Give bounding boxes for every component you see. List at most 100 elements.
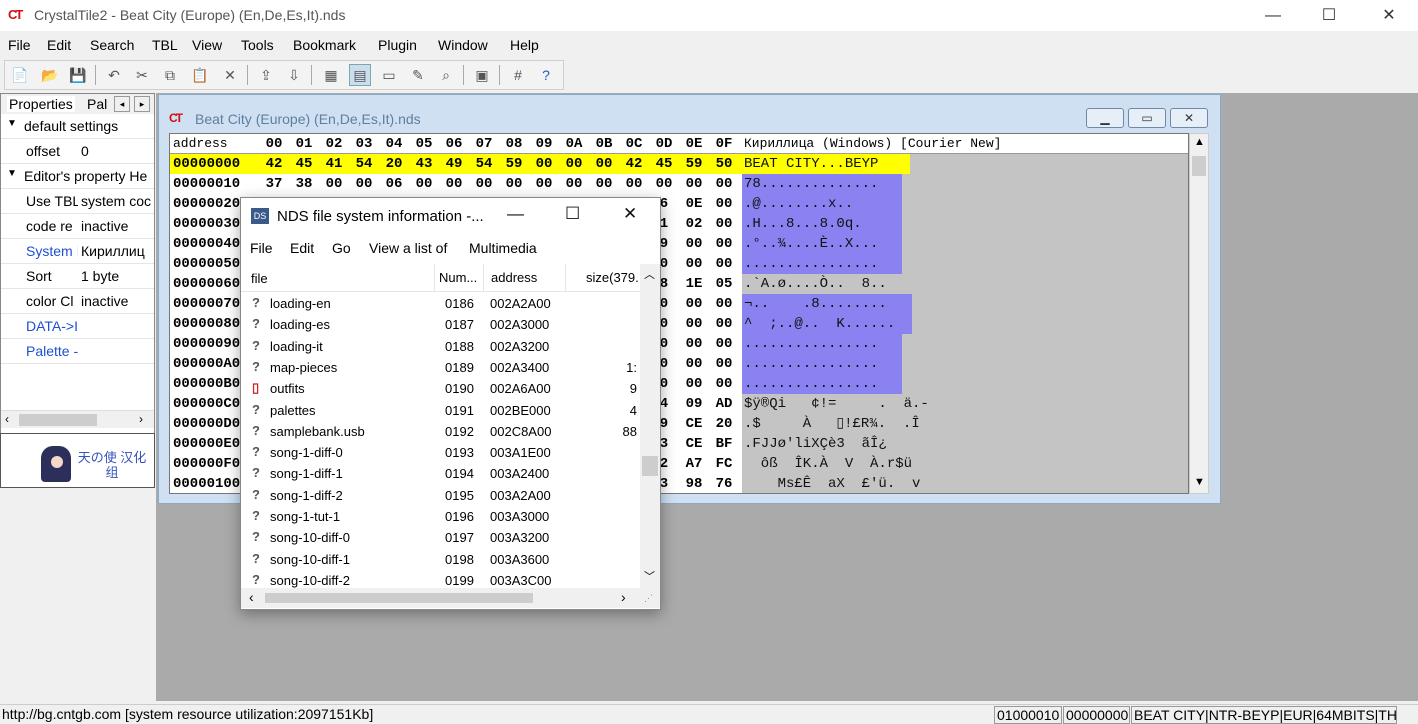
hex-byte[interactable]: 05 — [709, 274, 739, 294]
hex-byte[interactable]: BF — [709, 434, 739, 454]
hex-byte[interactable]: 00 — [499, 174, 529, 194]
hex-byte[interactable]: 00 — [559, 174, 589, 194]
scroll-down-icon[interactable]: ﹀ — [644, 568, 655, 584]
hex-row[interactable]: 00000010 37 38 00 00 06 00 00 00 00 00 00 00 00 00 00 00 — [170, 174, 1188, 194]
hex-byte[interactable]: 54 — [469, 154, 499, 174]
hex-byte[interactable]: 45 — [649, 154, 679, 174]
hex-row[interactable]: 00000000 42 45 41 54 20 43 49 54 59 00 00 00 42 45 59 50 — [170, 154, 1188, 174]
file-row[interactable]: ? song-10-diff-0 0197 003A3200 — [241, 528, 641, 549]
hex-byte[interactable]: 00 — [709, 234, 739, 254]
prop-row-palette[interactable]: Palette - — [1, 339, 154, 364]
hex-byte[interactable]: 00 — [679, 334, 709, 354]
hex-byte[interactable]: 59 — [499, 154, 529, 174]
menu-file[interactable]: File — [8, 37, 31, 53]
menu-bookmark[interactable]: Bookmark — [293, 37, 356, 53]
text-line[interactable]: .$ À ▯!£R¾. .Î — [744, 414, 920, 434]
menu-view[interactable]: View — [192, 37, 222, 53]
hex-byte[interactable]: 00 — [559, 154, 589, 174]
child-close-button[interactable]: ✕ — [1170, 108, 1208, 128]
hex-byte[interactable]: 00 — [709, 314, 739, 334]
hex-byte[interactable]: 42 — [259, 154, 289, 174]
hex-byte[interactable]: 00 — [679, 294, 709, 314]
text-line[interactable]: ................ — [744, 354, 878, 374]
copy-icon[interactable]: ⧉ — [159, 64, 181, 86]
text-line[interactable]: ¬.. .8........ — [744, 294, 887, 314]
prop-row-system[interactable]: System I Кириллиц — [1, 239, 154, 264]
prop-group-editor[interactable]: ▼ Editor's property He — [1, 164, 154, 189]
hex-byte[interactable]: 59 — [679, 154, 709, 174]
hex-byte[interactable]: 76 — [709, 474, 739, 493]
file-row[interactable]: ? song-10-diff-1 0198 003A3600 — [241, 550, 641, 571]
hex-byte[interactable]: 00 — [709, 174, 739, 194]
resize-grip-icon[interactable]: ⋰ — [644, 593, 653, 604]
file-row[interactable]: ? map-pieces 0189 002A3400 1: — [241, 358, 641, 379]
delete-icon[interactable]: ✕ — [219, 64, 241, 86]
text-line[interactable]: $ÿ®Qi ¢!= . ä.- — [744, 394, 929, 414]
dialog-close-button[interactable]: ✕ — [623, 204, 637, 224]
prop-value[interactable]: 1 byte — [81, 268, 154, 284]
scroll-down-icon[interactable]: ▼ — [1194, 476, 1205, 488]
text-line[interactable]: ôß ÎK.À V À.r$ü — [744, 454, 912, 474]
hex-byte[interactable]: 00 — [529, 174, 559, 194]
file-row[interactable]: ? song-1-diff-0 0193 003A1E00 — [241, 443, 641, 464]
hex-byte[interactable]: 49 — [439, 154, 469, 174]
import-icon[interactable]: ⇩ — [283, 64, 305, 86]
hex-byte[interactable]: CE — [679, 414, 709, 434]
tab-scroll-right-icon[interactable]: ▸ — [134, 96, 150, 112]
properties-hscrollbar[interactable]: ‹ › — [1, 410, 154, 428]
prop-value[interactable]: system coc — [81, 193, 154, 209]
hex-byte[interactable]: 98 — [679, 474, 709, 493]
hex-byte[interactable]: AD — [709, 394, 739, 414]
hex-byte[interactable]: 45 — [289, 154, 319, 174]
file-row[interactable]: ? song-1-diff-1 0194 003A2400 — [241, 464, 641, 485]
open-icon[interactable]: 📂 — [39, 64, 61, 86]
prop-value[interactable]: Кириллиц — [81, 243, 154, 259]
hex-view-icon[interactable]: ▤ — [349, 64, 371, 86]
text-line[interactable]: Ms£Ê aX £'ü. v — [744, 474, 921, 493]
hex-byte[interactable]: 00 — [349, 174, 379, 194]
hex-byte[interactable]: CE — [679, 434, 709, 454]
file-row[interactable]: ? samplebank.usb 0192 002C8A00 88 — [241, 422, 641, 443]
nds-filesystem-dialog[interactable]: DS NDS file system information -... — ☐ … — [240, 197, 661, 610]
menu-tools[interactable]: Tools — [241, 37, 274, 53]
hex-byte[interactable]: 43 — [409, 154, 439, 174]
hex-byte[interactable]: 00 — [619, 174, 649, 194]
close-button[interactable]: ✕ — [1366, 0, 1412, 31]
text-line[interactable]: BEAT CITY...BEYP — [744, 154, 878, 174]
hex-byte[interactable]: 00 — [679, 234, 709, 254]
undo-icon[interactable]: ↶ — [103, 64, 125, 86]
dialog-menu-go[interactable]: Go — [332, 240, 351, 256]
menu-edit[interactable]: Edit — [47, 37, 71, 53]
text-line[interactable]: .H...8...8.0q. — [744, 214, 862, 234]
text-line[interactable]: .`A.ø....Ò.. 8.. — [744, 274, 887, 294]
hex-byte[interactable]: 37 — [259, 174, 289, 194]
tile-view-icon[interactable]: ▦ — [320, 64, 342, 86]
hex-byte[interactable]: 00 — [679, 254, 709, 274]
tab-pal[interactable]: Pal — [87, 96, 107, 112]
hex-byte[interactable]: 0E — [679, 194, 709, 214]
hex-byte[interactable]: 00 — [679, 314, 709, 334]
hex-byte[interactable]: 00 — [679, 174, 709, 194]
hex-byte[interactable]: 00 — [649, 174, 679, 194]
file-row[interactable]: ? song-1-tut-1 0196 003A3000 — [241, 507, 641, 528]
text-line[interactable]: ^ ;..@.. K...... — [744, 314, 895, 334]
menu-help[interactable]: Help — [510, 37, 539, 53]
file-row[interactable]: ? loading-en 0186 002A2A00 — [241, 294, 641, 315]
expand-icon[interactable]: ▼ — [7, 168, 17, 179]
scroll-thumb[interactable] — [19, 414, 97, 426]
scroll-right-icon[interactable]: › — [621, 589, 626, 605]
prop-value[interactable]: inactive — [81, 218, 154, 234]
menu-tbl[interactable]: TBL — [152, 37, 178, 53]
prop-row-color[interactable]: color Cl inactive — [1, 289, 154, 314]
menu-search[interactable]: Search — [90, 37, 134, 53]
text-view-icon[interactable]: ▭ — [378, 64, 400, 86]
expand-icon[interactable]: ▼ — [7, 118, 17, 129]
hex-byte[interactable]: 00 — [679, 354, 709, 374]
column-size[interactable]: size(379. — [565, 264, 641, 292]
prop-group-default[interactable]: ▼ default settings — [1, 114, 154, 139]
minimize-button[interactable]: — — [1250, 0, 1296, 31]
tab-properties[interactable]: Properties — [7, 96, 75, 112]
prop-row-data[interactable]: DATA->I — [1, 314, 154, 339]
file-row[interactable]: ? palettes 0191 002BE000 4 — [241, 401, 641, 422]
hex-byte[interactable]: 00 — [709, 194, 739, 214]
